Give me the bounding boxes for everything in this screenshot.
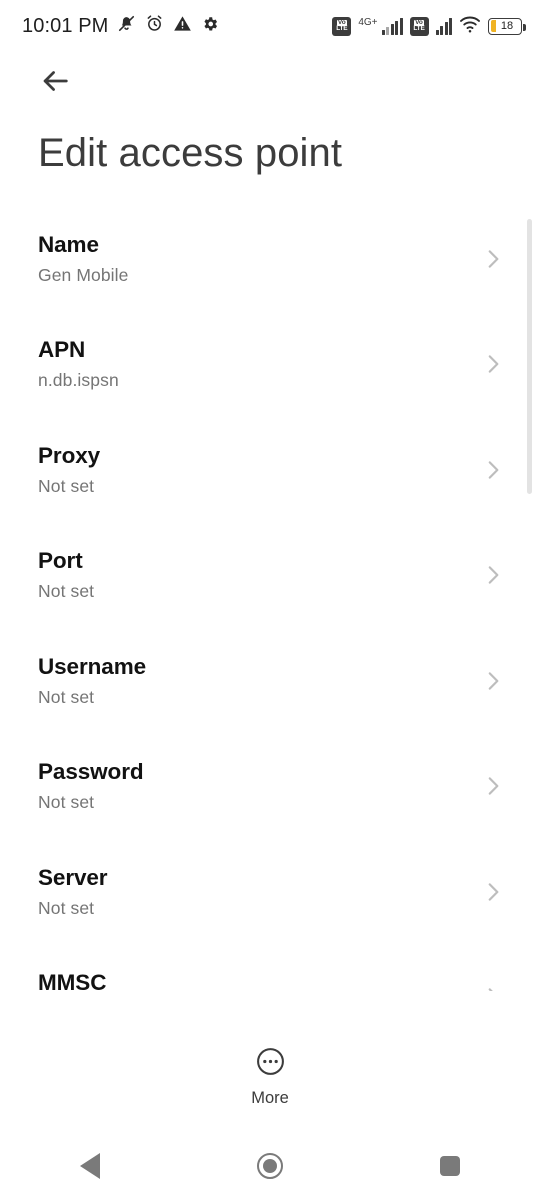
list-item-port[interactable]: Port Not set bbox=[0, 523, 540, 629]
chevron-right-icon bbox=[480, 351, 506, 377]
signal-sim2-icon bbox=[435, 17, 452, 35]
volte-sim2-icon: Vo LTE bbox=[409, 16, 429, 36]
settings-list: Name Gen Mobile APN n.db.ispsn Proxy Not… bbox=[0, 206, 540, 991]
wifi-icon bbox=[459, 15, 481, 38]
app-bar bbox=[0, 52, 540, 114]
nav-back-button[interactable] bbox=[52, 1140, 128, 1192]
chevron-right-icon bbox=[480, 668, 506, 694]
list-item-label: Username bbox=[38, 653, 147, 679]
list-item-value: Not set bbox=[38, 792, 95, 813]
list-item-mmsc[interactable]: MMSC Not set bbox=[0, 945, 540, 991]
list-item-proxy[interactable]: Proxy Not set bbox=[0, 417, 540, 523]
more-button[interactable]: More bbox=[0, 1038, 540, 1116]
back-triangle-icon bbox=[80, 1153, 100, 1179]
scrollbar-thumb[interactable] bbox=[527, 219, 532, 494]
status-bar-left: 10:01 PM bbox=[22, 14, 219, 38]
signal-sim1-icon: 4G+ bbox=[358, 17, 403, 35]
chevron-right-icon bbox=[480, 246, 506, 272]
list-item-password[interactable]: Password Not set bbox=[0, 734, 540, 840]
list-item-value: Not set bbox=[38, 475, 95, 496]
nav-recents-button[interactable] bbox=[412, 1140, 488, 1192]
warning-triangle-icon bbox=[173, 14, 192, 38]
home-circle-icon bbox=[257, 1153, 283, 1179]
list-item-value: Not set bbox=[38, 686, 95, 707]
battery-level: 18 bbox=[500, 20, 514, 32]
chevron-right-icon bbox=[480, 562, 506, 588]
list-item-label: Password bbox=[38, 759, 144, 785]
more-circle-icon bbox=[255, 1046, 286, 1082]
list-item-username[interactable]: Username Not set bbox=[0, 628, 540, 734]
list-item-value: Gen Mobile bbox=[38, 264, 129, 285]
bell-muted-icon bbox=[117, 14, 136, 38]
status-bar: 10:01 PM Vo LTE 4G+ Vo LTE 18 bbox=[0, 0, 540, 52]
phone-screen: 10:01 PM Vo LTE 4G+ Vo LTE 18 Edit acces… bbox=[0, 0, 540, 1200]
list-item-label: MMSC bbox=[38, 970, 107, 991]
list-item-label: Proxy bbox=[38, 442, 101, 468]
list-item-value: n.db.ispsn bbox=[38, 370, 119, 391]
chevron-right-icon bbox=[480, 457, 506, 483]
back-button[interactable] bbox=[32, 60, 78, 106]
arrow-left-icon bbox=[38, 64, 72, 103]
nav-home-button[interactable] bbox=[232, 1140, 308, 1192]
gear-icon bbox=[201, 15, 219, 38]
chevron-right-icon bbox=[480, 773, 506, 799]
list-item-value: Not set bbox=[38, 581, 95, 602]
more-label: More bbox=[251, 1089, 289, 1107]
status-bar-clock: 10:01 PM bbox=[22, 14, 109, 37]
page-title: Edit access point bbox=[38, 131, 343, 175]
volte-sim1-icon: Vo LTE bbox=[332, 16, 352, 36]
status-bar-right: Vo LTE 4G+ Vo LTE 18 bbox=[332, 15, 526, 38]
list-item-value: Not set bbox=[38, 897, 95, 918]
chevron-right-icon bbox=[480, 984, 506, 991]
list-item-label: Port bbox=[38, 548, 83, 574]
list-item-apn[interactable]: APN n.db.ispsn bbox=[0, 312, 540, 418]
list-item-label: APN bbox=[38, 337, 86, 363]
recents-square-icon bbox=[440, 1156, 460, 1176]
list-item-name[interactable]: Name Gen Mobile bbox=[0, 206, 540, 312]
list-item-label: Server bbox=[38, 864, 108, 890]
list-item-server[interactable]: Server Not set bbox=[0, 839, 540, 945]
system-navigation-bar bbox=[0, 1132, 540, 1200]
list-item-label: Name bbox=[38, 231, 99, 257]
alarm-clock-icon bbox=[145, 14, 164, 38]
chevron-right-icon bbox=[480, 879, 506, 905]
battery-icon: 18 bbox=[488, 17, 526, 35]
